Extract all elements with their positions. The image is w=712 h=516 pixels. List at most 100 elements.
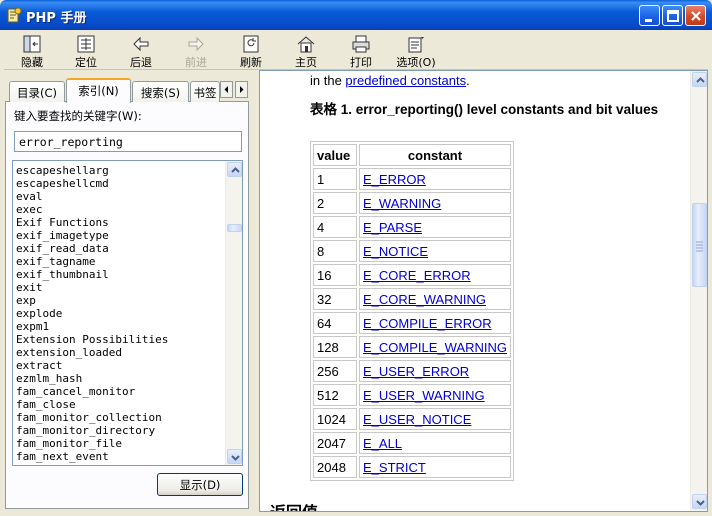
- keyword-list-item[interactable]: exec: [16, 203, 221, 216]
- keyword-list-item[interactable]: exif_imagetype: [16, 229, 221, 242]
- keyword-list-item[interactable]: Extension Possibilities: [16, 333, 221, 346]
- keyword-items: escapeshellarg escapeshellcmd eval exec Exif…: [16, 164, 221, 463]
- constant-value: 2048: [313, 456, 357, 478]
- php-manual-icon: [7, 7, 22, 23]
- chevron-left-icon: [224, 86, 228, 93]
- tab-scroll-right-button[interactable]: [235, 81, 248, 98]
- constant-link[interactable]: E_USER_ERROR: [363, 364, 469, 379]
- constant-link[interactable]: E_COMPILE_WARNING: [363, 340, 507, 355]
- content-scroll-thumb[interactable]: [692, 203, 707, 287]
- keyword-list-item[interactable]: escapeshellcmd: [16, 177, 221, 190]
- print-icon: [352, 35, 370, 53]
- minimize-icon: [645, 19, 652, 22]
- forward-button[interactable]: 前进: [170, 32, 222, 69]
- constant-cell: E_WARNING: [359, 192, 511, 214]
- content-scroll-down-button[interactable]: [692, 494, 707, 509]
- keyword-list-item[interactable]: Exif Functions: [16, 216, 221, 229]
- constant-link[interactable]: E_CORE_WARNING: [363, 292, 486, 307]
- display-button[interactable]: 显示(D): [157, 473, 243, 496]
- constant-value: 1: [313, 168, 357, 190]
- constant-link[interactable]: E_CORE_ERROR: [363, 268, 471, 283]
- keyword-list-item[interactable]: fam_monitor_file: [16, 437, 221, 450]
- keyword-list-item[interactable]: exif_thumbnail: [16, 268, 221, 281]
- scroll-thumb[interactable]: [227, 224, 242, 232]
- constant-cell: E_PARSE: [359, 216, 511, 238]
- constant-link[interactable]: E_PARSE: [363, 220, 422, 235]
- keyword-input[interactable]: error_reporting: [14, 131, 242, 152]
- content-scroll-up-button[interactable]: [692, 72, 707, 87]
- constant-link[interactable]: E_ALL: [363, 436, 402, 451]
- keyword-list-item[interactable]: exif_tagname: [16, 255, 221, 268]
- keyword-list-item[interactable]: exit: [16, 281, 221, 294]
- pane-splitter[interactable]: [250, 70, 259, 516]
- tab-contents[interactable]: 目录(C): [9, 81, 65, 102]
- table-row: 64 E_COMPILE_ERROR: [313, 312, 511, 334]
- caption-prefix: 表格: [310, 102, 337, 118]
- home-button[interactable]: 主页: [280, 32, 332, 69]
- tab-index[interactable]: 索引(N): [66, 78, 131, 103]
- close-icon: [691, 11, 701, 21]
- keyword-list-item[interactable]: fam_monitor_directory: [16, 424, 221, 437]
- keyword-list-item[interactable]: explode: [16, 307, 221, 320]
- constant-link[interactable]: E_USER_WARNING: [363, 388, 485, 403]
- chevron-up-icon: [696, 77, 705, 83]
- keyword-list-item[interactable]: eval: [16, 190, 221, 203]
- home-label: 主页: [295, 56, 317, 69]
- column-header-value: value: [313, 144, 357, 166]
- intro-line: in the predefined constants.: [310, 73, 470, 88]
- refresh-button[interactable]: 刷新: [225, 32, 277, 69]
- constant-link[interactable]: E_USER_NOTICE: [363, 412, 471, 427]
- constant-link[interactable]: E_ERROR: [363, 172, 426, 187]
- tab-search[interactable]: 搜索(S): [132, 81, 189, 102]
- scroll-up-button[interactable]: [227, 162, 242, 177]
- constant-cell: E_CORE_WARNING: [359, 288, 511, 310]
- keyword-list-scrollbar[interactable]: [225, 161, 242, 465]
- constant-cell: E_COMPILE_WARNING: [359, 336, 511, 358]
- maximize-button[interactable]: [662, 5, 683, 26]
- back-button[interactable]: 后退: [115, 32, 167, 69]
- keyword-list-item[interactable]: fam_monitor_collection: [16, 411, 221, 424]
- constant-cell: E_ERROR: [359, 168, 511, 190]
- constant-cell: E_COMPILE_ERROR: [359, 312, 511, 334]
- chevron-up-icon: [231, 167, 240, 173]
- table-row: 512 E_USER_WARNING: [313, 384, 511, 406]
- locate-button[interactable]: 定位: [60, 32, 112, 69]
- constant-link[interactable]: E_NOTICE: [363, 244, 428, 259]
- constant-link[interactable]: E_STRICT: [363, 460, 426, 475]
- predefined-constants-link[interactable]: predefined constants: [345, 73, 466, 88]
- keyword-list-item[interactable]: exp: [16, 294, 221, 307]
- content-scrollbar[interactable]: [690, 71, 707, 511]
- close-button[interactable]: [685, 5, 706, 26]
- constant-value: 16: [313, 264, 357, 286]
- options-label: 选项(O): [396, 56, 436, 69]
- hide-label: 隐藏: [21, 56, 43, 69]
- keyword-list-item[interactable]: escapeshellarg: [16, 164, 221, 177]
- keyword-list-item[interactable]: expm1: [16, 320, 221, 333]
- keyword-list-item[interactable]: extract: [16, 359, 221, 372]
- keyword-list-item[interactable]: fam_cancel_monitor: [16, 385, 221, 398]
- options-button[interactable]: 选项(O): [390, 32, 442, 69]
- keyword-list-item[interactable]: ezmlm_hash: [16, 372, 221, 385]
- title-bar[interactable]: PHP 手册: [0, 0, 712, 30]
- intro-suffix: .: [466, 73, 470, 88]
- constant-value: 1024: [313, 408, 357, 430]
- table-row: 32 E_CORE_WARNING: [313, 288, 511, 310]
- toolbar: 隐藏 定位 后退 前进 刷新 主页 打印 选项(O): [4, 30, 708, 70]
- keyword-list-item[interactable]: fam_close: [16, 398, 221, 411]
- refresh-label: 刷新: [240, 56, 262, 69]
- print-button[interactable]: 打印: [335, 32, 387, 69]
- minimize-button[interactable]: [639, 5, 660, 26]
- back-arrow-icon: [133, 36, 149, 52]
- tab-scroll-left-button[interactable]: [220, 81, 233, 98]
- keyword-list[interactable]: escapeshellarg escapeshellcmd eval exec Exif…: [12, 160, 243, 466]
- keyword-list-item[interactable]: fam_next_event: [16, 450, 221, 463]
- hide-button[interactable]: 隐藏: [6, 32, 58, 69]
- scroll-down-button[interactable]: [227, 449, 242, 464]
- constant-link[interactable]: E_COMPILE_ERROR: [363, 316, 492, 331]
- keyword-list-item[interactable]: extension_loaded: [16, 346, 221, 359]
- tab-bookmarks[interactable]: 书签: [190, 81, 220, 102]
- nav-tabs: 目录(C) 索引(N) 搜索(S) 书签: [7, 78, 249, 103]
- keyword-list-item[interactable]: exif_read_data: [16, 242, 221, 255]
- constant-link[interactable]: E_WARNING: [363, 196, 441, 211]
- table-caption: 表格 1. error_reporting() level constants …: [310, 101, 680, 119]
